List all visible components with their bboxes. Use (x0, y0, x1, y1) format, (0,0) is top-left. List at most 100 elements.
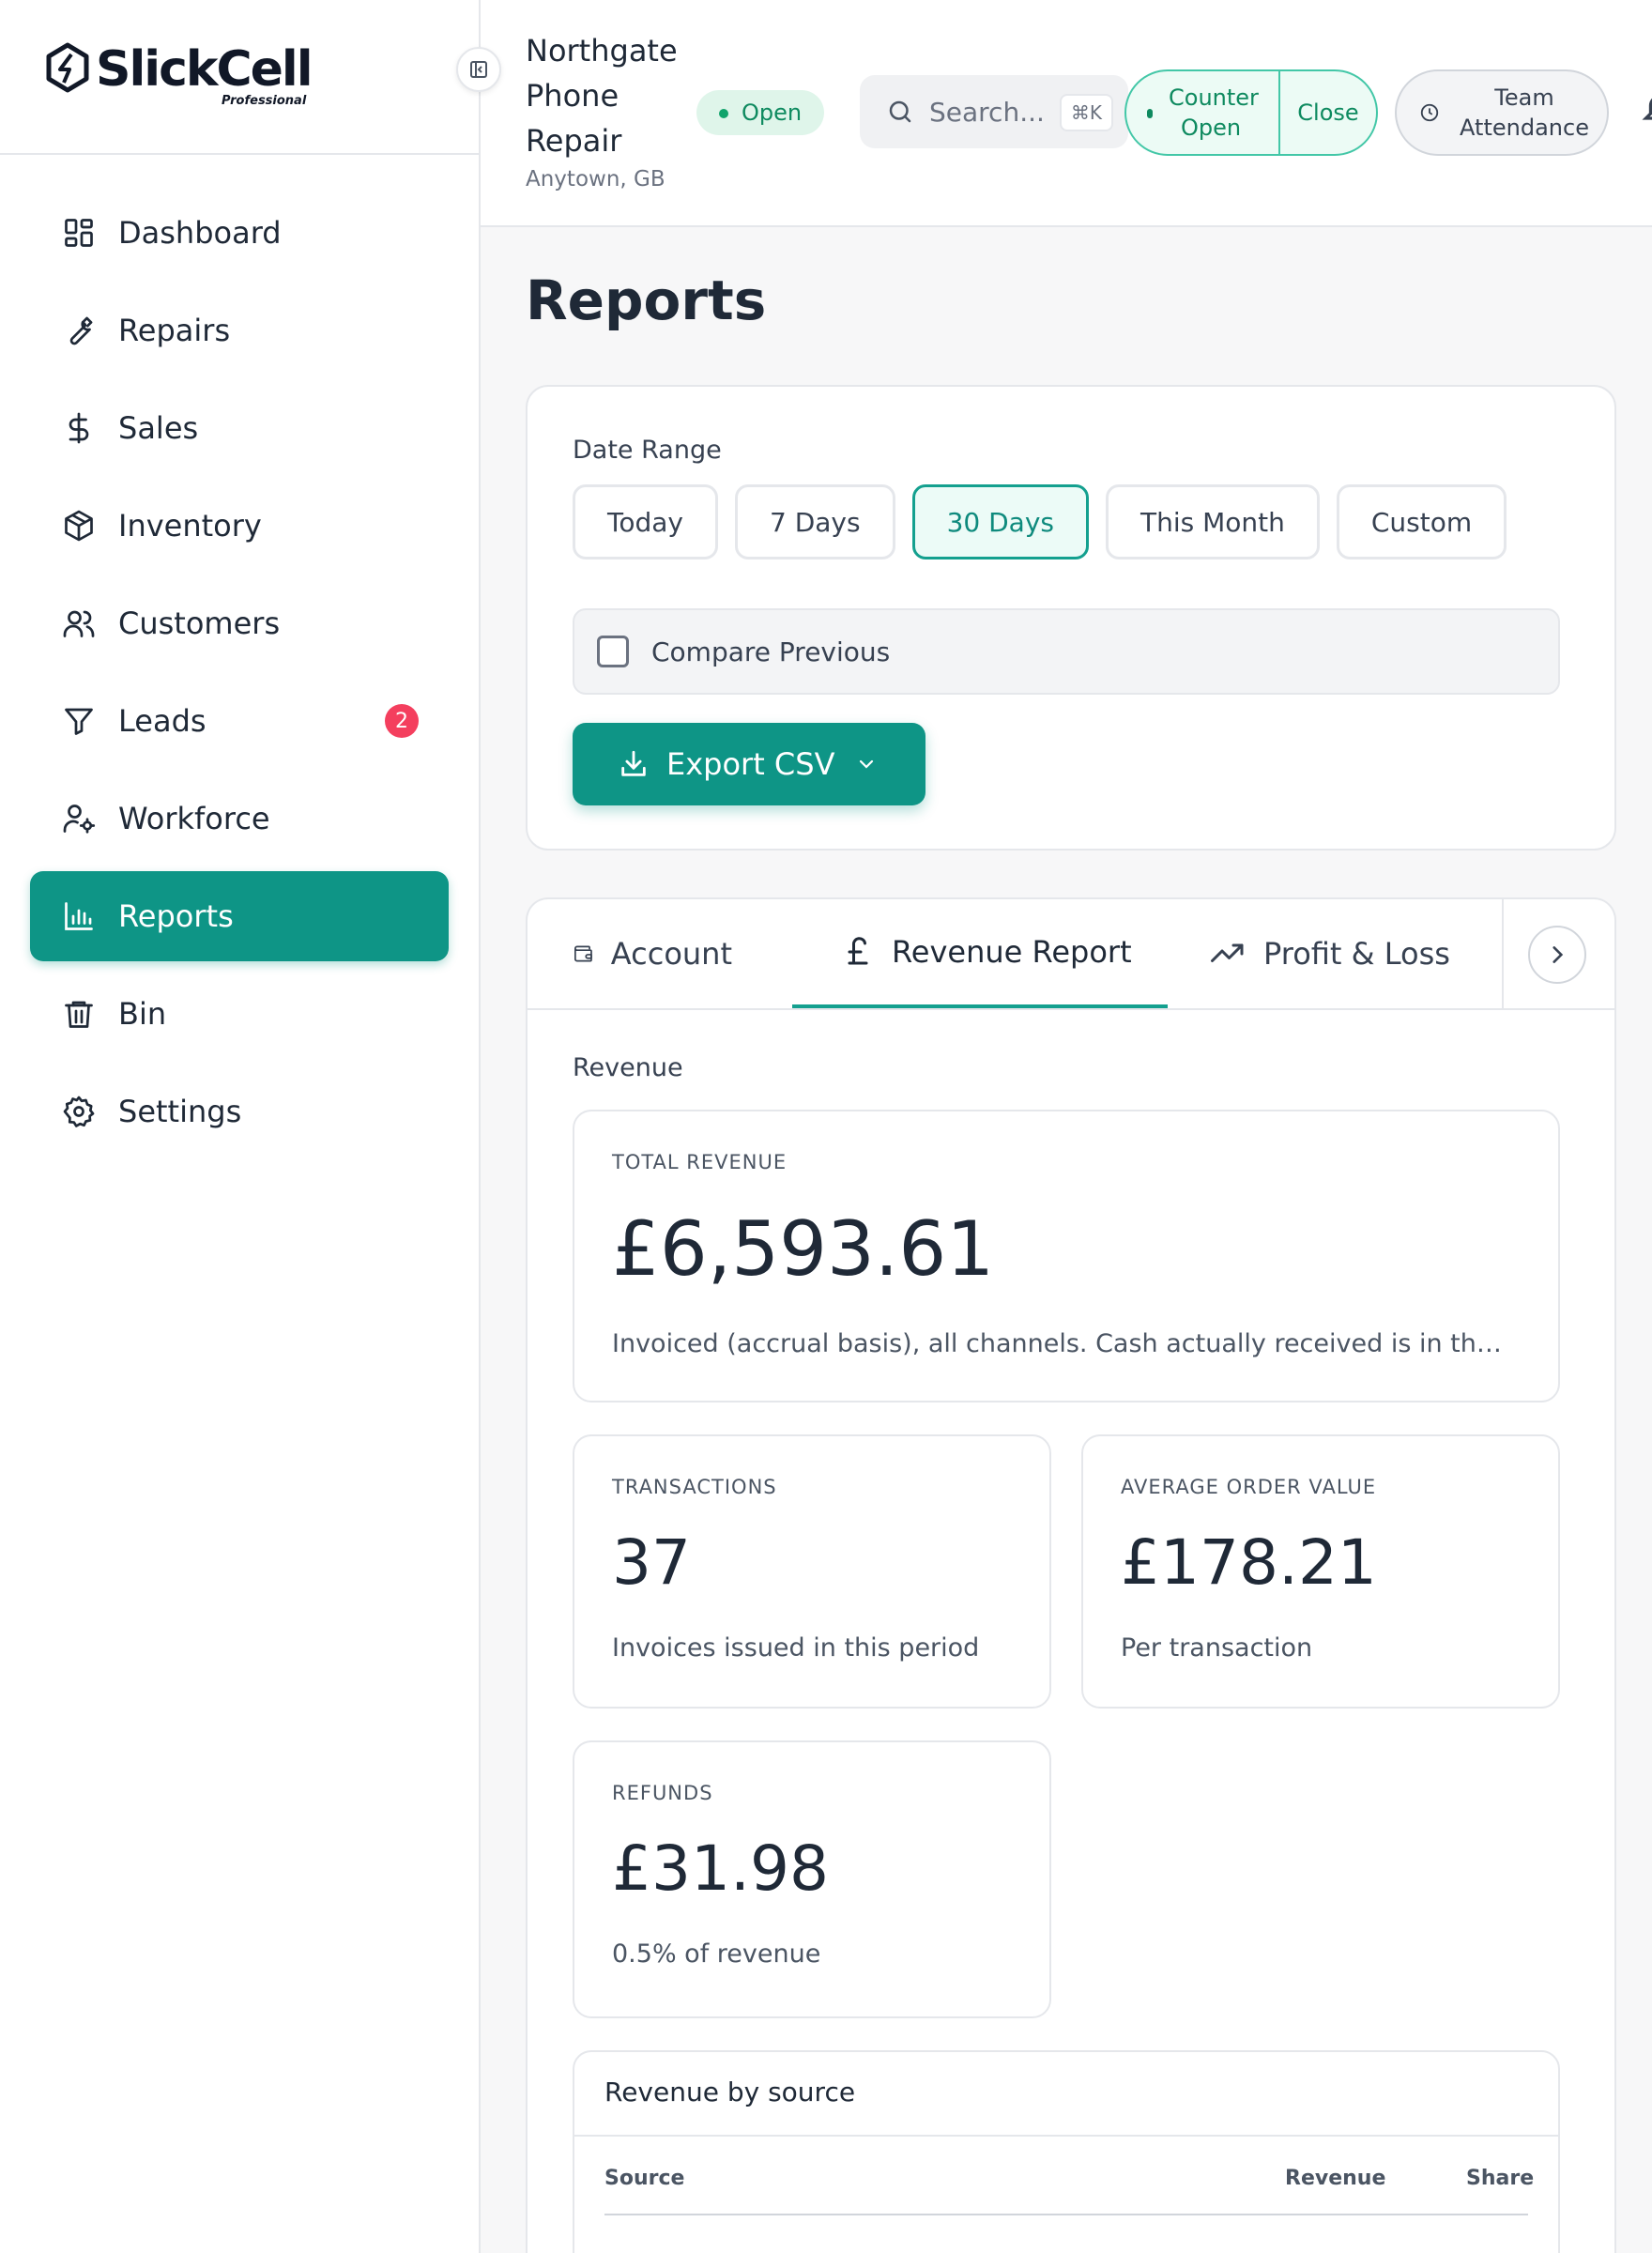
table-divider (574, 2135, 1558, 2137)
stat-note: Per transaction (1121, 1633, 1313, 1663)
counter-status-label: Counter Open (1169, 84, 1259, 141)
download-icon (621, 750, 646, 776)
funnel-icon (60, 702, 98, 740)
compare-previous-checkbox[interactable] (597, 636, 629, 667)
search-shortcut: ⌘K (1059, 94, 1113, 131)
sidebar: SlickCell Professional Dashboard Repairs… (0, 0, 481, 2253)
table-title: Revenue by source (604, 2077, 856, 2107)
range-30-days-button[interactable]: 30 Days (911, 484, 1089, 559)
trend-up-icon (1211, 943, 1244, 962)
sidebar-item-sales[interactable]: Sales (30, 383, 449, 473)
sidebar-item-dashboard[interactable]: Dashboard (30, 188, 449, 278)
range-this-month-button[interactable]: This Month (1105, 484, 1320, 559)
sidebar-item-label: Dashboard (118, 215, 282, 251)
page-title: Reports (526, 268, 767, 332)
tab-label: Profit & Loss (1263, 936, 1450, 972)
stat-caption: TRANSACTIONS (612, 1476, 777, 1498)
export-csv-label: Export CSV (666, 746, 835, 782)
tab-account[interactable]: Account (573, 899, 732, 1008)
column-header-source[interactable]: Source (604, 2167, 684, 2190)
stat-value: £31.98 (612, 1832, 829, 1905)
column-header-revenue[interactable]: Revenue (1285, 2167, 1385, 2190)
stat-note: 0.5% of revenue (612, 1939, 821, 1969)
revenue-section-label: Revenue (573, 1053, 683, 1082)
team-attendance-button[interactable]: Team Attendance (1395, 69, 1609, 156)
sidebar-item-reports[interactable]: Reports (30, 871, 449, 961)
transactions-card: TRANSACTIONS 37 Invoices issued in this … (573, 1434, 1051, 1709)
report-tabs: Account Revenue Report Profit & Loss (528, 899, 1614, 1010)
tabs-next-button[interactable] (1528, 926, 1586, 984)
sidebar-item-label: Inventory (118, 508, 262, 544)
leads-count-badge: 2 (385, 704, 419, 738)
header-underline (604, 2214, 1528, 2215)
collapse-sidebar-button[interactable] (456, 47, 501, 92)
store-name[interactable]: Northgate Phone Repair (526, 28, 704, 163)
stat-value: £178.21 (1121, 1526, 1377, 1599)
column-header-share[interactable]: Share (1466, 2167, 1534, 2190)
sidebar-item-label: Sales (118, 410, 199, 446)
dashboard-icon (60, 214, 98, 252)
sidebar-item-customers[interactable]: Customers (30, 578, 449, 668)
user-gear-icon (60, 800, 98, 837)
revenue-by-source-table: Revenue by source Source Revenue Share (573, 2050, 1560, 2253)
logo-area: SlickCell Professional (0, 0, 479, 155)
chevron-right-icon (1553, 946, 1564, 963)
sidebar-item-label: Leads (118, 703, 206, 739)
tab-label: Account (610, 936, 732, 972)
sidebar-item-workforce[interactable]: Workforce (30, 774, 449, 864)
slickcell-logo-icon (46, 42, 89, 93)
pound-icon (848, 937, 868, 965)
sidebar-collapse-icon (470, 61, 487, 78)
stat-caption: AVERAGE ORDER VALUE (1121, 1476, 1377, 1498)
tab-profit-loss[interactable]: Profit & Loss (1209, 899, 1453, 1008)
wallet-icon (574, 945, 592, 962)
sidebar-nav: Dashboard Repairs Sales Inventory Custom… (30, 188, 449, 1164)
stat-value: £6,593.61 (612, 1205, 995, 1293)
stat-note: Invoiced (accrual basis), all channels. … (612, 1329, 1513, 1358)
tab-label: Revenue Report (892, 934, 1132, 970)
trash-icon (60, 995, 98, 1033)
export-csv-button[interactable]: Export CSV (573, 723, 925, 805)
tab-revenue-report[interactable]: Revenue Report (792, 899, 1168, 1008)
counter-status[interactable]: Counter Open (1126, 71, 1280, 154)
sidebar-item-label: Repairs (118, 313, 231, 348)
dollar-icon (60, 409, 98, 447)
sidebar-item-inventory[interactable]: Inventory (30, 481, 449, 571)
date-range-options: Today 7 Days 30 Days This Month Custom (573, 484, 1523, 559)
chevron-down-icon (860, 759, 874, 769)
range-today-button[interactable]: Today (573, 484, 718, 559)
close-counter-button[interactable]: Close (1280, 71, 1376, 154)
average-order-value-card: AVERAGE ORDER VALUE £178.21 Per transact… (1081, 1434, 1560, 1709)
sidebar-item-label: Customers (118, 605, 281, 641)
search-input[interactable]: Search... ⌘K (860, 75, 1128, 148)
brand-name: SlickCell (96, 41, 314, 98)
range-custom-button[interactable]: Custom (1336, 484, 1507, 559)
stat-value: 37 (612, 1526, 691, 1599)
team-attendance-label: Team Attendance (1460, 84, 1589, 141)
range-7-days-button[interactable]: 7 Days (734, 484, 895, 559)
bell-icon[interactable] (1639, 90, 1652, 131)
brand-logo[interactable]: SlickCell (43, 41, 314, 98)
compare-previous-label: Compare Previous (651, 636, 891, 667)
top-bar: Northgate Phone Repair Anytown, GB Open … (481, 0, 1652, 227)
sidebar-item-settings[interactable]: Settings (30, 1066, 449, 1157)
sidebar-item-repairs[interactable]: Repairs (30, 285, 449, 376)
date-range-label: Date Range (573, 436, 722, 465)
search-icon (889, 100, 911, 123)
sidebar-item-bin[interactable]: Bin (30, 969, 449, 1059)
bar-chart-icon (60, 897, 98, 935)
stat-caption: REFUNDS (612, 1782, 713, 1804)
gear-icon (60, 1093, 98, 1130)
total-revenue-card: TOTAL REVENUE £6,593.61 Invoiced (accrua… (573, 1110, 1560, 1402)
revenue-report-card: Account Revenue Report Profit & Loss Rev… (526, 897, 1616, 2253)
sidebar-item-leads[interactable]: Leads 2 (30, 676, 449, 766)
compare-previous-toggle[interactable]: Compare Previous (573, 608, 1560, 695)
search-placeholder: Search... (929, 96, 1045, 128)
brand-tier: Professional (222, 94, 307, 108)
box-icon (60, 507, 98, 544)
sidebar-item-label: Reports (118, 898, 234, 934)
stat-note: Invoices issued in this period (612, 1633, 980, 1663)
sidebar-item-label: Workforce (118, 801, 270, 836)
stat-caption: TOTAL REVENUE (612, 1151, 788, 1173)
store-status-badge: Open (696, 90, 825, 135)
